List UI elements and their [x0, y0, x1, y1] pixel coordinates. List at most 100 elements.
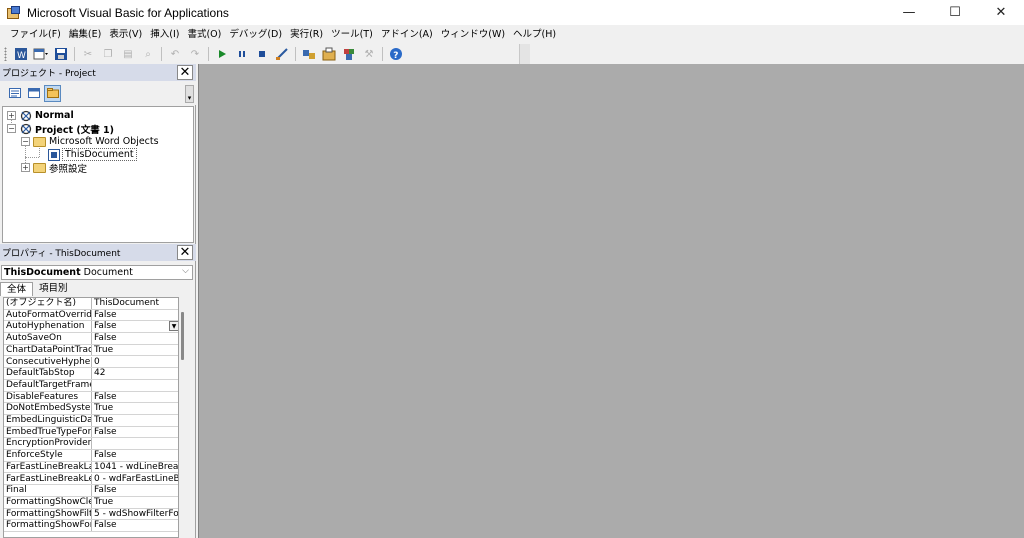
property-value[interactable]: False [92, 392, 178, 403]
table-row[interactable]: AutoFormatOverride False [4, 309, 178, 322]
table-row[interactable]: EnforceStyle False [4, 450, 178, 462]
property-value[interactable]: False [92, 485, 178, 496]
menu-view[interactable]: 表示(V) [105, 25, 146, 44]
properties-scrollbar[interactable] [181, 312, 184, 360]
property-value[interactable]: 1041 - wdLineBreal [92, 462, 178, 473]
property-value[interactable]: 0 - wdFarEastLineB [92, 474, 178, 485]
tree-node-project[interactable]: − Project (文書 1) [7, 122, 114, 136]
design-mode-icon[interactable] [274, 46, 290, 62]
tree-node-normal[interactable]: + Normal [7, 109, 74, 122]
reset-icon[interactable] [254, 46, 270, 62]
find-icon[interactable]: ⌕ [140, 46, 156, 62]
copy-icon[interactable]: ❐ [100, 46, 116, 62]
view-code-icon[interactable] [6, 85, 23, 102]
property-name: EmbedTrueTypeFonts [6, 426, 92, 438]
table-row[interactable]: (オブジェクト名) ThisDocument [4, 298, 178, 310]
insert-userform-icon[interactable] [33, 46, 49, 62]
help-icon[interactable]: ? [388, 46, 404, 62]
property-value[interactable]: False [92, 520, 178, 531]
table-row[interactable]: FormattingShowFilter5 - wdShowFilterFo [4, 508, 178, 521]
table-row[interactable]: DefaultTabStop 42 [4, 368, 178, 380]
paste-icon[interactable]: ▤ [120, 46, 136, 62]
property-value[interactable]: ThisDocument [92, 298, 178, 309]
menu-run[interactable]: 実行(R) [286, 25, 327, 44]
expand-icon[interactable]: + [7, 111, 16, 120]
folder-icon [33, 162, 46, 173]
table-row[interactable]: DisableFeatures False [4, 391, 178, 404]
table-row[interactable]: FormattingShowFont False [4, 520, 178, 532]
toolbox-icon[interactable]: ⚒ [361, 46, 377, 62]
close-button[interactable]: ✕ [978, 0, 1024, 25]
table-row[interactable]: FarEastLineBreakLan 1041 - wdLineBreal [4, 461, 178, 474]
collapse-icon[interactable]: − [7, 124, 16, 133]
property-value[interactable] [92, 380, 178, 391]
toolbar-overflow-button[interactable] [519, 44, 530, 64]
menu-debug[interactable]: デバッグ(D) [225, 25, 286, 44]
run-icon[interactable] [214, 46, 230, 62]
property-value[interactable]: True [92, 497, 178, 508]
project-pane-close-button[interactable]: ✕ [177, 65, 193, 80]
table-row[interactable]: ChartDataPointTrack True [4, 344, 178, 357]
property-value[interactable]: 0 [92, 357, 178, 368]
properties-icon[interactable] [321, 46, 337, 62]
minimize-button[interactable]: — [886, 0, 932, 25]
tab-categorized[interactable]: 項目別 [33, 282, 74, 296]
menu-insert[interactable]: 挿入(I) [146, 25, 183, 44]
project-explorer-icon[interactable] [301, 46, 317, 62]
menu-addins[interactable]: アドイン(A) [377, 25, 437, 44]
table-row[interactable]: EmbedTrueTypeFonts False [4, 426, 178, 439]
table-row[interactable]: AutoHyphenation False ▼ [4, 321, 178, 334]
tree-node-references[interactable]: + 参照設定 [21, 161, 87, 175]
redo-icon[interactable]: ↷ [187, 46, 203, 62]
table-row[interactable]: EmbedLinguisticDataTrue [4, 415, 178, 427]
maximize-button[interactable]: ☐ [932, 0, 978, 25]
menu-file[interactable]: ファイル(F) [6, 25, 65, 44]
table-row[interactable]: EncryptionProvider [4, 438, 178, 451]
break-icon[interactable] [234, 46, 250, 62]
table-row[interactable]: DefaultTargetFrame [4, 379, 178, 392]
menu-help[interactable]: ヘルプ(H) [509, 25, 560, 44]
property-value[interactable]: True [92, 415, 178, 426]
table-row[interactable]: FarEastLineBreakLev 0 - wdFarEastLineB [4, 473, 178, 486]
project-pane-title-text: プロジェクト - Project [2, 69, 96, 79]
properties-pane-close-button[interactable]: ✕ [177, 245, 193, 260]
object-selector[interactable]: ThisDocument Document ⌵ [1, 265, 193, 280]
project-toolbar-overflow[interactable]: ▾ [185, 85, 194, 103]
tab-alphabetic[interactable]: 全体 [0, 282, 34, 296]
menu-format[interactable]: 書式(O) [183, 25, 225, 44]
tree-node-this-document[interactable]: ThisDocument [48, 148, 137, 161]
table-row[interactable]: AutoSaveOn False [4, 333, 178, 345]
view-object-icon[interactable] [25, 85, 42, 102]
property-value[interactable]: False [92, 450, 178, 461]
property-value[interactable]: True [92, 345, 178, 356]
property-value[interactable]: False [92, 333, 178, 344]
toggle-folders-icon[interactable] [44, 84, 61, 102]
cut-icon[interactable]: ✂ [80, 46, 96, 62]
menu-edit[interactable]: 編集(E) [65, 25, 105, 44]
property-value[interactable]: 42 [92, 368, 178, 379]
menu-tools[interactable]: ツール(T) [327, 25, 377, 44]
toolbar-grip[interactable] [4, 47, 7, 61]
word-icon[interactable]: W [13, 46, 29, 62]
property-value[interactable]: False [92, 427, 178, 438]
collapse-icon[interactable]: − [21, 137, 30, 146]
menu-window[interactable]: ウィンドウ(W) [437, 25, 509, 44]
expand-icon[interactable]: + [21, 163, 30, 172]
property-value[interactable]: 5 - wdShowFilterFo [92, 509, 178, 520]
property-value[interactable] [92, 438, 178, 449]
dropdown-arrow-icon[interactable]: ▼ [169, 321, 178, 332]
table-row[interactable]: Final False [4, 485, 178, 497]
undo-icon[interactable]: ↶ [167, 46, 183, 62]
table-row[interactable]: FormattingShowClearTrue [4, 496, 178, 509]
property-value: False [94, 321, 117, 332]
chevron-down-icon[interactable]: ⌵ [182, 266, 189, 276]
property-value-dropdown[interactable]: False ▼ [92, 321, 178, 332]
left-dock: プロジェクト - Project ✕ ▾ + Normal − Project … [0, 64, 196, 538]
property-value[interactable]: False [92, 310, 178, 321]
save-icon[interactable] [53, 46, 69, 62]
object-browser-icon[interactable] [341, 46, 357, 62]
property-value[interactable]: True [92, 403, 178, 414]
table-row[interactable]: DoNotEmbedSystemFTrue [4, 403, 178, 415]
table-row[interactable]: ConsecutiveHyphens 0 [4, 356, 178, 369]
tree-node-word-objects[interactable]: − Microsoft Word Objects [21, 135, 159, 148]
